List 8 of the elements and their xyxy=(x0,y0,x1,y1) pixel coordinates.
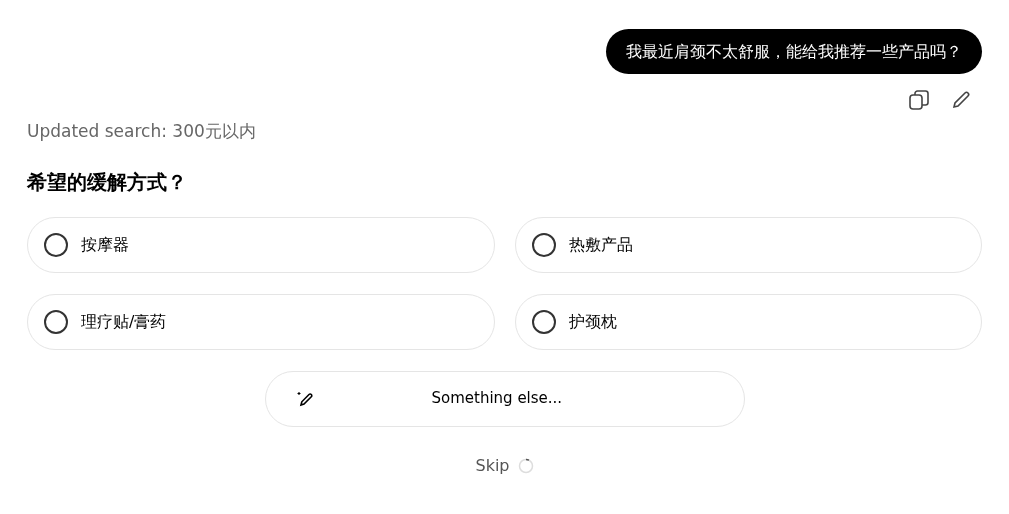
magic-pen-icon xyxy=(295,389,314,408)
search-status: Updated search: 300元以内 xyxy=(27,120,257,143)
user-message-bubble: 我最近肩颈不太舒服，能给我推荐一些产品吗？ xyxy=(606,29,982,74)
skip-button[interactable]: Skip xyxy=(475,453,510,478)
question-heading: 希望的缓解方式？ xyxy=(27,168,188,196)
edit-icon[interactable] xyxy=(950,89,972,111)
loading-spinner-icon xyxy=(517,457,534,474)
copy-icon[interactable] xyxy=(908,89,930,111)
